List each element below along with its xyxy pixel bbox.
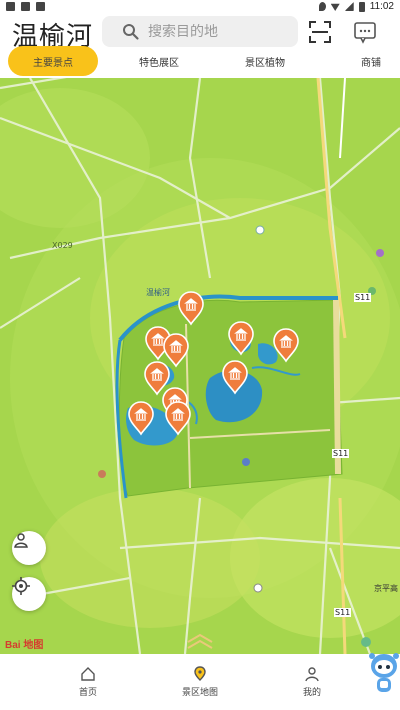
- tab-featured-exhibits[interactable]: 特色展区: [114, 46, 204, 76]
- baidu-map-logo: Bai 地图: [5, 640, 44, 651]
- nav-scenic-map[interactable]: 景区地图: [170, 666, 230, 698]
- map-label-road: X029: [52, 241, 73, 250]
- scan-icon: [309, 21, 331, 43]
- header: 温榆河: [0, 14, 400, 52]
- notification-icon: [36, 2, 45, 11]
- tab-plants[interactable]: 景区植物: [220, 46, 310, 76]
- signal-icon: [344, 2, 354, 11]
- notification-icon: [6, 2, 15, 11]
- nav-scenic-map-label: 景区地图: [181, 688, 218, 698]
- message-icon: [354, 22, 376, 44]
- robot-mascot-icon: [369, 653, 399, 692]
- battery-icon: [358, 1, 365, 12]
- status-right-icons: 11:02: [318, 1, 394, 12]
- message-button[interactable]: [353, 20, 377, 44]
- search-icon: [122, 21, 144, 43]
- map-label-road: 京平高: [374, 584, 398, 593]
- notification-icon: [21, 2, 30, 11]
- map-canvas[interactable]: [0, 78, 400, 654]
- drawer-handle[interactable]: [184, 632, 216, 650]
- bottom-navigation: 首页 景区地图 我的: [0, 654, 400, 710]
- chevron-up-icon: [187, 633, 213, 649]
- category-tabs: 主要景点 特色展区 景区植物 商铺: [0, 46, 400, 76]
- status-time: 11:02: [369, 1, 394, 12]
- nav-home[interactable]: 首页: [58, 666, 118, 698]
- person-pin-icon: [14, 533, 28, 548]
- location-icon: [318, 2, 326, 11]
- map-label-road: S11: [332, 449, 350, 458]
- scan-button[interactable]: [308, 20, 332, 44]
- map-view[interactable]: X029 S11 S11 S11 京平高 温榆河 Bai 地图: [0, 78, 400, 654]
- locate-me-button[interactable]: [12, 577, 46, 611]
- tab-main-attractions[interactable]: 主要景点: [8, 46, 98, 76]
- user-icon: [305, 667, 319, 682]
- nav-profile-label: 我的: [302, 688, 321, 698]
- assistant-mascot[interactable]: [368, 650, 400, 696]
- user-location-button[interactable]: [12, 531, 46, 565]
- map-label-road: S11: [334, 608, 352, 617]
- wifi-icon: [330, 3, 340, 11]
- map-label-road: S11: [354, 293, 372, 302]
- crosshair-icon: [12, 577, 30, 595]
- map-pin-icon: [194, 666, 206, 681]
- search-bar[interactable]: [102, 16, 298, 47]
- tab-shops[interactable]: 商铺: [326, 46, 400, 76]
- status-left-icons: [6, 2, 45, 11]
- search-input[interactable]: [148, 23, 298, 40]
- home-icon: [81, 667, 95, 681]
- nav-home-label: 首页: [78, 688, 97, 698]
- nav-profile[interactable]: 我的: [282, 666, 342, 698]
- map-label-park: 温榆河: [146, 288, 170, 297]
- status-bar: 11:02: [0, 0, 400, 14]
